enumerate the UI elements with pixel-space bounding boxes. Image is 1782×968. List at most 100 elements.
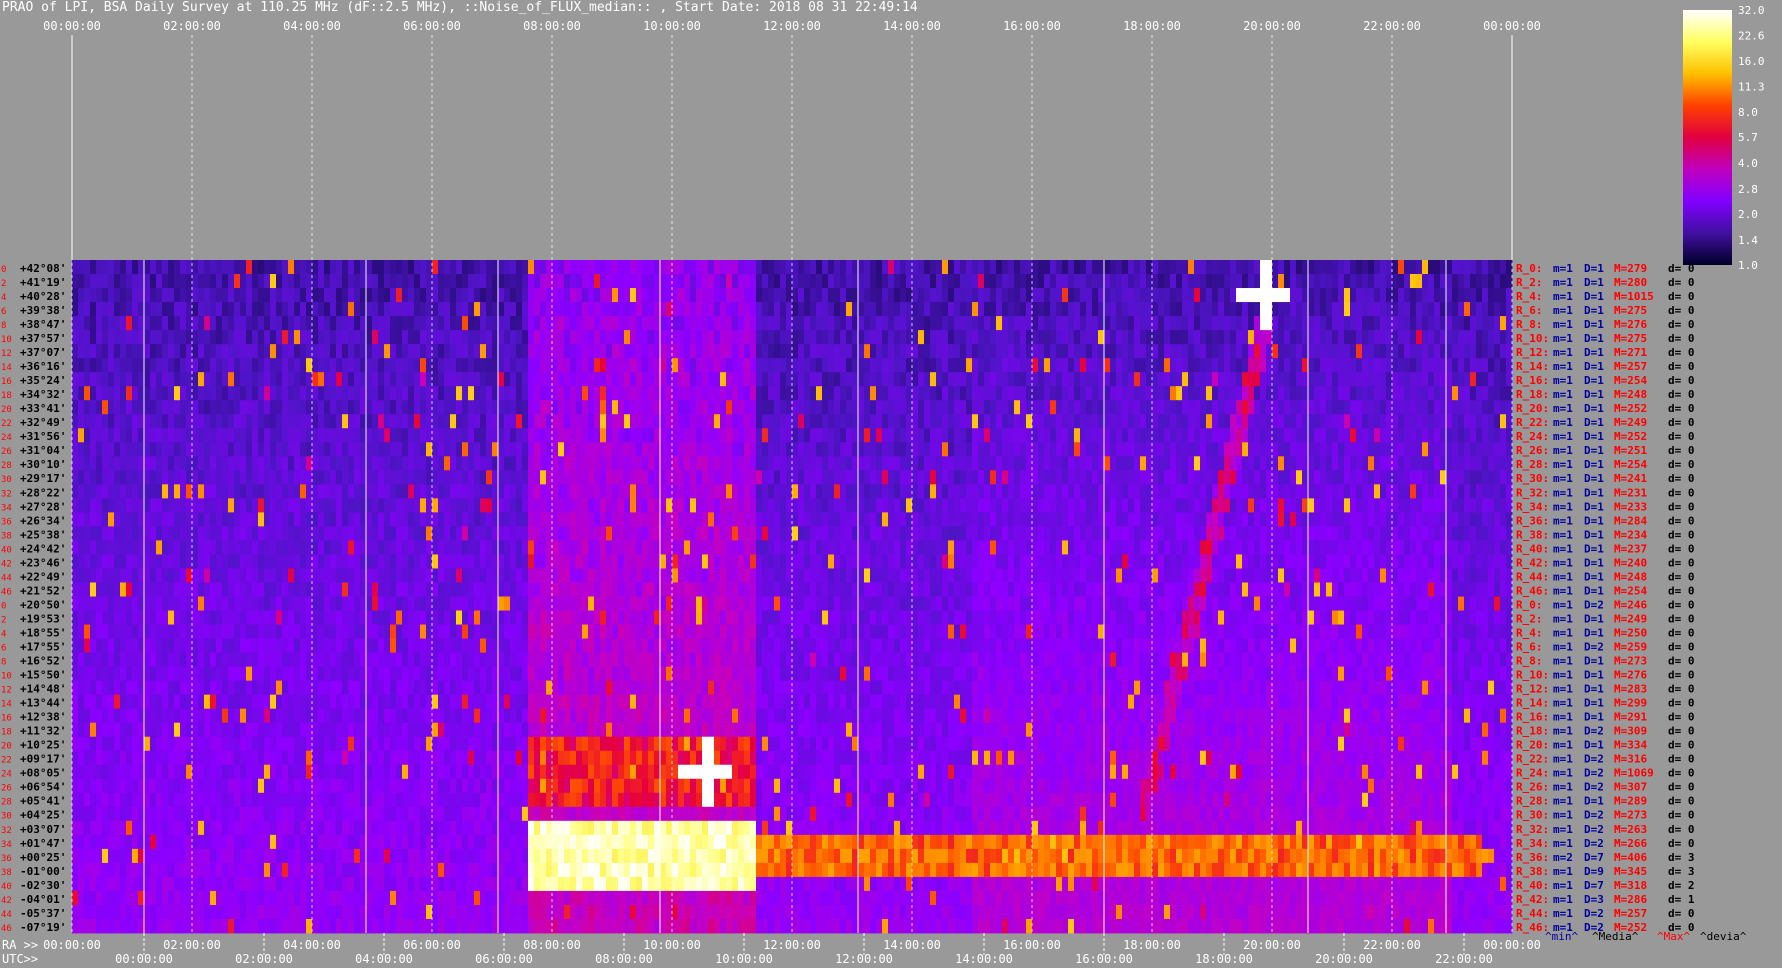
heatmap-cell xyxy=(504,288,511,303)
heatmap-cell xyxy=(1398,526,1405,541)
heatmap-cell xyxy=(120,330,127,345)
heatmap-cell xyxy=(738,372,745,387)
heatmap-cell xyxy=(390,316,397,331)
heatmap-cell xyxy=(1002,456,1009,471)
heatmap-cell xyxy=(684,274,691,289)
heatmap-cell xyxy=(486,470,493,485)
heatmap-cell xyxy=(612,526,619,541)
heatmap-cell xyxy=(672,260,679,275)
heatmap-cell xyxy=(594,484,601,499)
heatmap-cell xyxy=(252,484,259,499)
heatmap-cell xyxy=(594,428,601,443)
heatmap-cell xyxy=(108,540,115,555)
heatmap-cell xyxy=(708,372,715,387)
heatmap-cell xyxy=(486,400,493,415)
heatmap-cell xyxy=(108,288,115,303)
heatmap-cell xyxy=(1428,470,1435,485)
heatmap-cell xyxy=(858,330,865,345)
heatmap-cell xyxy=(960,386,967,401)
heatmap-cell xyxy=(180,428,187,443)
heatmap-cell xyxy=(384,358,391,373)
heatmap-cell xyxy=(438,344,445,359)
heatmap-cell xyxy=(510,414,517,429)
heatmap-cell xyxy=(1020,372,1027,387)
heatmap-cell xyxy=(762,274,769,289)
heatmap-cell xyxy=(1146,512,1153,527)
heatmap-cell xyxy=(870,442,877,457)
heatmap-cell xyxy=(480,358,487,373)
heatmap-cell xyxy=(1152,512,1159,527)
heatmap-cell xyxy=(1458,414,1465,429)
heatmap-cell xyxy=(1320,484,1327,499)
heatmap-cell xyxy=(402,540,409,555)
heatmap-cell xyxy=(354,512,361,527)
heatmap-cell xyxy=(1386,302,1393,317)
heatmap-cell xyxy=(312,302,319,317)
heatmap-cell xyxy=(564,274,571,289)
heatmap-cell xyxy=(1194,470,1201,485)
heatmap-cell xyxy=(246,442,253,457)
heatmap-cell xyxy=(864,498,871,513)
heatmap-cell xyxy=(528,456,535,471)
heatmap-cell xyxy=(354,456,361,471)
heatmap-cell xyxy=(318,456,325,471)
heatmap-cell xyxy=(1200,484,1207,499)
heatmap-cell xyxy=(234,512,241,527)
heatmap-cell xyxy=(306,526,313,541)
heatmap-cell xyxy=(612,456,619,471)
heatmap-cell xyxy=(858,512,865,527)
heatmap-cell xyxy=(1164,400,1171,415)
heatmap-cell xyxy=(894,288,901,303)
heatmap-cell xyxy=(486,428,493,443)
heatmap-cell xyxy=(624,288,631,303)
heatmap-cell xyxy=(1194,260,1201,275)
heatmap-cell xyxy=(858,400,865,415)
heatmap-cell xyxy=(708,330,715,345)
heatmap-cell xyxy=(342,512,349,527)
heatmap-cell xyxy=(522,442,529,457)
heatmap-cell xyxy=(510,260,517,275)
heatmap-cell xyxy=(1062,456,1069,471)
heatmap-cell xyxy=(564,428,571,443)
heatmap-cell xyxy=(606,358,613,373)
heatmap-cell xyxy=(906,330,913,345)
heatmap-cell xyxy=(384,274,391,289)
heatmap-cell xyxy=(330,316,337,331)
heatmap-cell xyxy=(432,330,439,345)
heatmap-cell xyxy=(1122,372,1129,387)
heatmap-cell xyxy=(636,498,643,513)
heatmap-cell xyxy=(558,484,565,499)
heatmap-cell xyxy=(954,358,961,373)
heatmap-cell xyxy=(798,484,805,499)
heatmap-cell xyxy=(942,470,949,485)
heatmap-cell xyxy=(1488,484,1495,499)
heatmap-cell xyxy=(150,526,157,541)
heatmap-cell xyxy=(1020,330,1027,345)
heatmap-cell xyxy=(258,414,265,429)
heatmap-cell xyxy=(1056,316,1063,331)
heatmap-cell xyxy=(714,442,721,457)
heatmap-cell xyxy=(642,344,649,359)
heatmap-cell xyxy=(846,540,853,555)
heatmap-cell xyxy=(150,400,157,415)
heatmap-cell xyxy=(528,372,535,387)
heatmap-cell xyxy=(486,288,493,303)
heatmap-cell xyxy=(888,498,895,513)
heatmap-cell xyxy=(576,260,583,275)
heatmap-cell xyxy=(432,260,439,275)
heatmap-cell xyxy=(888,512,895,527)
heatmap-cell xyxy=(342,414,349,429)
heatmap-cell xyxy=(276,260,283,275)
heatmap-cell xyxy=(354,288,361,303)
heatmap-cell xyxy=(186,274,193,289)
heatmap-cell xyxy=(396,414,403,429)
heatmap-cell xyxy=(624,498,631,513)
heatmap-cell xyxy=(786,484,793,499)
heatmap-cell xyxy=(660,372,667,387)
heatmap-cell xyxy=(1116,442,1123,457)
heatmap-cell xyxy=(990,428,997,443)
heatmap-cell xyxy=(996,358,1003,373)
heatmap-cell xyxy=(90,386,97,401)
heatmap-cell xyxy=(690,484,697,499)
heatmap-cell xyxy=(1242,288,1249,303)
